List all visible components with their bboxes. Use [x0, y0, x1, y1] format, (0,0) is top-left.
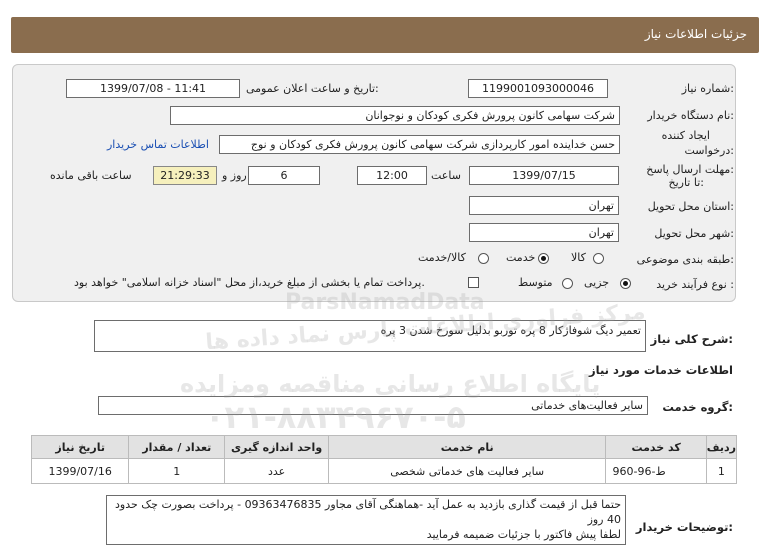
- announce-label: تاریخ و ساعت اعلان عمومی:: [246, 82, 379, 95]
- deadline-date-field: 1399/07/15: [469, 166, 619, 185]
- treasury-checkbox[interactable]: [468, 277, 479, 288]
- creator-label-2: درخواست:: [684, 144, 735, 157]
- service-group-field: سایر فعالیت‌های خدماتی: [98, 396, 648, 415]
- city-field: تهران: [469, 223, 619, 242]
- category-label: طبقه بندی موضوعی:: [636, 253, 734, 266]
- cell-service-code: ط-96-960: [605, 458, 707, 484]
- category-option-goods: کالا: [571, 251, 586, 264]
- cell-unit: عدد: [224, 458, 329, 484]
- time-label: ساعت: [431, 169, 461, 182]
- deadline-time-field: 12:00: [357, 166, 427, 185]
- services-table: تاریخ نیاز تعداد / مقدار واحد اندازه گیر…: [30, 435, 738, 484]
- days-remaining-field: 6: [248, 166, 320, 185]
- summary-field: تعمیر دیگ شوفاژکار 8 پره توربو بدلیل سور…: [94, 320, 646, 352]
- process-radio-minor[interactable]: [620, 278, 631, 289]
- city-label: شهر محل تحویل:: [654, 227, 734, 240]
- process-option-minor: جزیی: [584, 276, 610, 289]
- buyer-notes-line: حتما قبل از قیمت گذاری بازدید به عمل آید…: [115, 498, 621, 526]
- col-row: ردیف: [705, 435, 738, 459]
- col-unit: واحد اندازه گیری: [224, 435, 329, 459]
- process-option-medium: متوسط: [518, 276, 553, 289]
- cell-quantity: 1: [128, 458, 226, 484]
- creator-label: ایجاد کننده: [661, 129, 710, 142]
- remaining-time-field: 21:29:33: [153, 166, 217, 185]
- buyer-contact-link[interactable]: اطلاعات تماس خریدار: [107, 138, 209, 151]
- province-label: استان محل تحویل:: [647, 200, 734, 213]
- page-title: جزئیات اطلاعات نیاز: [644, 27, 747, 41]
- need-number-label: شماره نیاز:: [681, 82, 734, 95]
- col-need-date: تاریخ نیاز: [30, 435, 130, 459]
- need-number-field: 1199001093000046: [468, 79, 608, 98]
- category-radio-goods[interactable]: [593, 253, 604, 264]
- category-option-service: خدمت: [506, 251, 536, 264]
- services-heading: اطلاعات خدمات مورد نیاز: [589, 363, 733, 377]
- announce-date-field: 1399/07/08 - 11:41: [66, 79, 240, 98]
- deadline-label: مهلت ارسال پاسخ:: [646, 163, 734, 176]
- col-service-name: نام خدمت: [327, 435, 607, 459]
- cell-need-date: 1399/07/16: [30, 458, 130, 484]
- summary-label: شرح کلی نیاز:: [650, 332, 733, 346]
- deadline-label-2: تا تاریخ:: [668, 176, 704, 189]
- buyer-notes-line: لطفا پیش فاکتور با جزئیات ضمیمه فرمایید: [426, 528, 621, 541]
- remaining-label: ساعت باقی مانده: [50, 169, 132, 182]
- watermark-line2: پایگاه اطلاع رسانی مناقصه ومزایده: [180, 370, 601, 398]
- col-service-code: کد خدمت: [605, 435, 707, 459]
- page-header: جزئیات اطلاعات نیاز: [11, 17, 759, 53]
- cell-service-name: سایر فعالیت های خدماتی شخصی: [327, 458, 607, 484]
- category-radio-goods-service[interactable]: [478, 253, 489, 264]
- col-quantity: تعداد / مقدار: [128, 435, 226, 459]
- cell-row: 1: [705, 458, 738, 484]
- category-radio-service[interactable]: [538, 253, 549, 264]
- service-group-label: گروه خدمت:: [662, 400, 733, 414]
- buyer-label: نام دستگاه خریدار:: [647, 109, 734, 122]
- province-field: تهران: [469, 196, 619, 215]
- table-header-row: تاریخ نیاز تعداد / مقدار واحد اندازه گیر…: [30, 435, 738, 459]
- buyer-notes-label: توضیحات خریدار:: [635, 520, 733, 534]
- process-label: نوع فرآیند خرید :: [656, 278, 734, 291]
- table-row: 1399/07/16 1 عدد سایر فعالیت های خدماتی …: [30, 458, 738, 484]
- days-label: روز و: [222, 169, 247, 182]
- category-option-goods-service: کالا/خدمت: [418, 251, 466, 264]
- buyer-field: شرکت سهامی کانون پرورش فکری کودکان و نوج…: [170, 106, 620, 125]
- buyer-notes-field: حتما قبل از قیمت گذاری بازدید به عمل آید…: [106, 495, 626, 545]
- process-radio-medium[interactable]: [562, 278, 573, 289]
- creator-field: حسن خداینده امور کارپردازی شرکت سهامی کا…: [219, 135, 620, 154]
- treasury-note: پرداخت تمام یا بخشی از مبلغ خرید،از محل …: [74, 276, 425, 289]
